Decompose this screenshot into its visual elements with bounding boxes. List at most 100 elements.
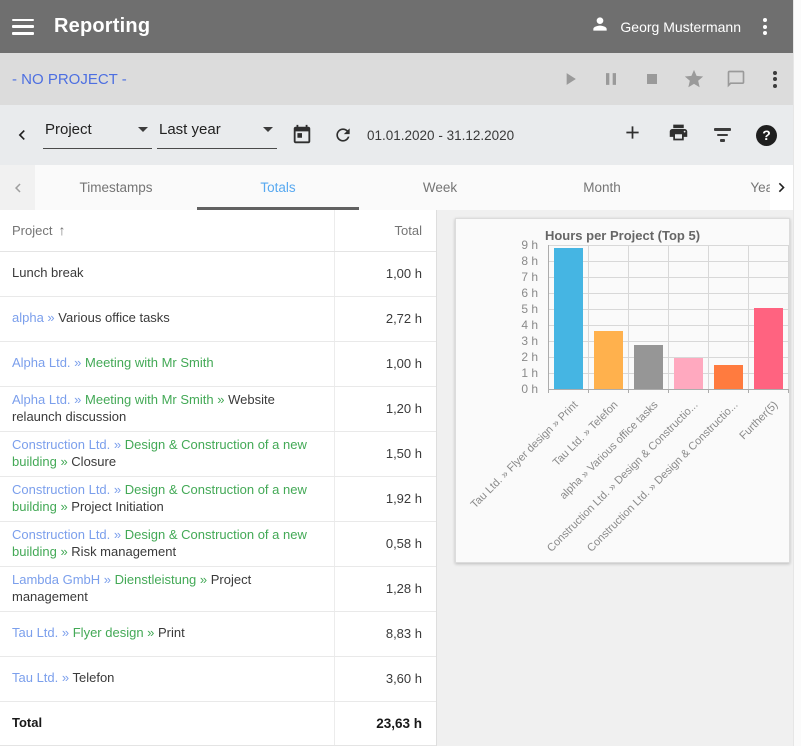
chart-bar[interactable] bbox=[634, 345, 663, 389]
link-task[interactable]: Dienstleistung bbox=[115, 572, 197, 587]
report-type-select[interactable]: Project bbox=[43, 121, 152, 149]
link-project[interactable]: Construction Ltd. bbox=[12, 437, 110, 452]
table-row: Lunch break1,00 h bbox=[0, 252, 436, 297]
tab-year[interactable]: Year bbox=[683, 165, 770, 210]
gridline-v bbox=[668, 245, 669, 389]
menu-icon[interactable] bbox=[12, 19, 34, 35]
column-header-project[interactable]: Project ↑ bbox=[0, 210, 335, 251]
project-path-cell: alpha » Various office tasks bbox=[0, 297, 335, 341]
total-hours-cell: 1,92 h bbox=[335, 477, 436, 521]
app-menu-kebab-icon[interactable] bbox=[757, 16, 773, 37]
pause-icon[interactable] bbox=[601, 69, 621, 89]
y-axis-tick-label: 1 h bbox=[456, 366, 538, 380]
table-row: Alpha Ltd. » Meeting with Mr Smith » Web… bbox=[0, 387, 436, 432]
gridline-v bbox=[628, 245, 629, 389]
chart-bar[interactable] bbox=[554, 248, 583, 389]
table-row: Alpha Ltd. » Meeting with Mr Smith1,00 h bbox=[0, 342, 436, 387]
total-hours-cell: 3,60 h bbox=[335, 657, 436, 701]
project-menu-kebab-icon[interactable] bbox=[767, 69, 783, 90]
table-row: Tau Ltd. » Flyer design » Print 8,83 h bbox=[0, 612, 436, 657]
current-project-bar: - NO PROJECT - bbox=[0, 53, 801, 105]
table-row: Construction Ltd. » Design & Constructio… bbox=[0, 522, 436, 567]
table-footer-row: Total 23,63 h bbox=[0, 702, 436, 746]
total-hours-cell: 1,28 h bbox=[335, 567, 436, 611]
print-icon[interactable] bbox=[668, 122, 689, 148]
table-row: Construction Ltd. » Design & Constructio… bbox=[0, 432, 436, 477]
project-path-cell: Construction Ltd. » Design & Constructio… bbox=[0, 522, 335, 566]
tab-bar: TimestampsTotalsWeekMonthYear bbox=[0, 165, 801, 210]
help-icon[interactable]: ? bbox=[756, 125, 777, 146]
link-task[interactable]: Meeting with Mr Smith bbox=[85, 392, 214, 407]
current-project-label[interactable]: - NO PROJECT - bbox=[12, 71, 127, 88]
link-task[interactable]: Flyer design bbox=[73, 625, 144, 640]
chart-bar[interactable] bbox=[594, 331, 623, 389]
tab-totals[interactable]: Totals bbox=[197, 165, 359, 210]
gridline-v bbox=[788, 245, 789, 389]
path-segment: Telefon bbox=[72, 670, 114, 685]
path-separator: » bbox=[144, 625, 158, 640]
app-bar: Reporting Georg Mustermann bbox=[0, 0, 801, 53]
back-chevron-icon[interactable] bbox=[12, 125, 32, 145]
link-project[interactable]: Tau Ltd. bbox=[12, 670, 58, 685]
link-project[interactable]: Lambda GmbH bbox=[12, 572, 100, 587]
tab-strip: TimestampsTotalsWeekMonthYear bbox=[35, 165, 770, 210]
column-header-total[interactable]: Total bbox=[335, 210, 436, 251]
tab-month[interactable]: Month bbox=[521, 165, 683, 210]
y-axis-tick-label: 9 h bbox=[456, 238, 538, 252]
y-axis-tick-label: 8 h bbox=[456, 254, 538, 268]
grand-total-value: 23,63 h bbox=[335, 702, 436, 745]
path-segment: Lunch break bbox=[12, 265, 84, 280]
chart-bar[interactable] bbox=[714, 365, 743, 389]
tabs-scroll-right-icon[interactable] bbox=[770, 165, 793, 210]
user-name[interactable]: Georg Mustermann bbox=[620, 19, 741, 35]
play-icon[interactable] bbox=[560, 69, 580, 89]
y-axis-tick-label: 2 h bbox=[456, 350, 538, 364]
filter-icon[interactable] bbox=[714, 128, 731, 142]
gridline-v bbox=[708, 245, 709, 389]
path-separator: » bbox=[196, 572, 210, 587]
path-separator: » bbox=[71, 392, 85, 407]
tab-timestamps[interactable]: Timestamps bbox=[35, 165, 197, 210]
x-axis-tick bbox=[748, 389, 749, 393]
link-project[interactable]: alpha bbox=[12, 310, 44, 325]
link-project[interactable]: Construction Ltd. bbox=[12, 527, 110, 542]
link-project[interactable]: Construction Ltd. bbox=[12, 482, 110, 497]
date-range-label: 01.01.2020 - 31.12.2020 bbox=[367, 128, 514, 143]
table-header: Project ↑ Total bbox=[0, 210, 436, 252]
column-header-project-label: Project bbox=[12, 223, 52, 238]
comment-icon[interactable] bbox=[726, 69, 746, 89]
time-range-value: Last year bbox=[159, 121, 221, 138]
x-axis-tick bbox=[708, 389, 709, 393]
refresh-icon[interactable] bbox=[333, 125, 353, 145]
link-project[interactable]: Alpha Ltd. bbox=[12, 392, 71, 407]
link-project[interactable]: Alpha Ltd. bbox=[12, 355, 71, 370]
star-icon[interactable] bbox=[683, 68, 705, 90]
total-hours-cell: 2,72 h bbox=[335, 297, 436, 341]
path-segment: Print bbox=[158, 625, 185, 640]
time-range-select[interactable]: Last year bbox=[157, 121, 277, 149]
add-icon[interactable] bbox=[622, 122, 643, 148]
total-hours-cell: 1,00 h bbox=[335, 342, 436, 386]
tab-week[interactable]: Week bbox=[359, 165, 521, 210]
y-axis-tick-label: 6 h bbox=[456, 286, 538, 300]
table-row: Construction Ltd. » Design & Constructio… bbox=[0, 477, 436, 522]
chart-bar[interactable] bbox=[674, 358, 703, 389]
table-row: alpha » Various office tasks2,72 h bbox=[0, 297, 436, 342]
path-separator: » bbox=[58, 625, 72, 640]
stop-icon[interactable] bbox=[642, 69, 662, 89]
path-separator: » bbox=[57, 499, 71, 514]
link-task[interactable]: Meeting with Mr Smith bbox=[85, 355, 214, 370]
path-segment: Project Initiation bbox=[71, 499, 164, 514]
link-project[interactable]: Tau Ltd. bbox=[12, 625, 58, 640]
project-path-cell: Alpha Ltd. » Meeting with Mr Smith » Web… bbox=[0, 387, 335, 431]
path-separator: » bbox=[57, 544, 71, 559]
total-hours-cell: 8,83 h bbox=[335, 612, 436, 656]
tabs-scroll-left-icon[interactable] bbox=[0, 165, 35, 210]
x-axis-tick bbox=[668, 389, 669, 393]
vertical-scrollbar[interactable] bbox=[793, 0, 801, 746]
page-title: Reporting bbox=[54, 15, 150, 38]
chart-panel: Hours per Project (Top 5) 0 h1 h2 h3 h4 … bbox=[437, 210, 801, 746]
chart-bar[interactable] bbox=[754, 308, 783, 389]
path-segment: Closure bbox=[71, 454, 116, 469]
calendar-icon[interactable] bbox=[291, 124, 313, 146]
